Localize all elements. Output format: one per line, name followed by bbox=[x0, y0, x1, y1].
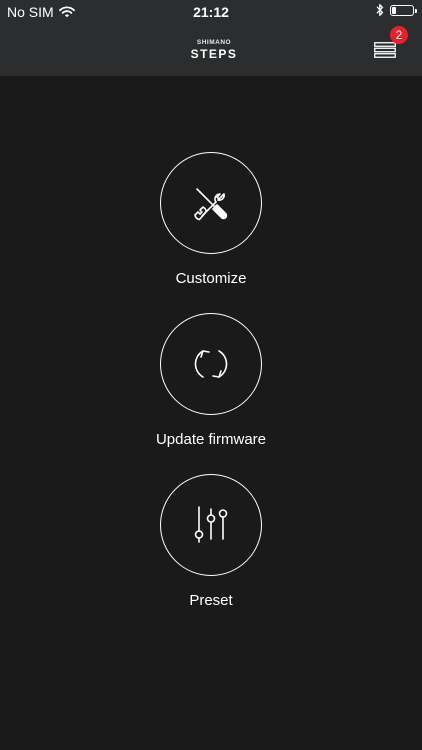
wrench-screwdriver-icon bbox=[194, 188, 228, 221]
battery-icon bbox=[390, 4, 417, 16]
shimano-steps-logo: SHIMANO STEPS bbox=[186, 39, 242, 61]
preset-circle bbox=[160, 474, 262, 576]
battery-level bbox=[392, 6, 396, 14]
bluetooth-icon bbox=[376, 4, 384, 16]
hamburger-menu-icon bbox=[374, 42, 396, 58]
nav-bar: SHIMANO STEPS bbox=[0, 24, 422, 76]
top-bar: No SIM 21:12 SHIMANO STEPS bbox=[0, 0, 422, 76]
notification-badge: 2 bbox=[390, 26, 408, 44]
update-firmware-button[interactable]: Update firmware bbox=[0, 313, 422, 463]
update-firmware-circle bbox=[160, 313, 262, 415]
preset-label: Preset bbox=[189, 592, 233, 609]
preset-button[interactable]: Preset bbox=[0, 474, 422, 624]
logo-main-text: STEPS bbox=[190, 46, 238, 61]
logo-top-text: SHIMANO bbox=[196, 39, 232, 46]
customize-label: Customize bbox=[175, 270, 247, 287]
status-time: 21:12 bbox=[193, 4, 229, 20]
sliders-icon bbox=[194, 506, 228, 543]
status-bar: No SIM 21:12 bbox=[0, 0, 422, 24]
refresh-arrows-icon bbox=[194, 350, 228, 378]
status-right-group bbox=[376, 3, 417, 17]
customize-button[interactable]: Customize bbox=[0, 152, 422, 302]
update-firmware-label: Update firmware bbox=[155, 431, 267, 448]
customize-circle bbox=[160, 152, 262, 254]
